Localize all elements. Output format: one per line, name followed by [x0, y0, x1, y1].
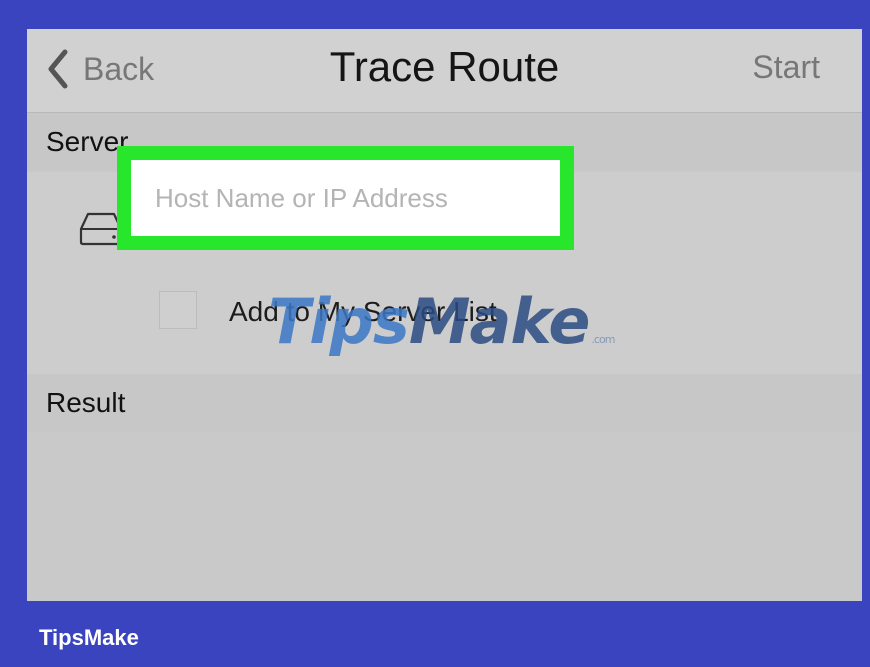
result-section-header: Result [27, 374, 862, 432]
watermark-tail: Make [408, 285, 591, 358]
result-output-area [27, 432, 862, 601]
result-section-label: Result [46, 387, 126, 418]
tipsmake-watermark: TipsMake .com [268, 291, 615, 353]
watermark-small: .com [591, 333, 615, 346]
footer-brand: TipsMake [39, 625, 139, 650]
start-button[interactable]: Start [752, 49, 820, 86]
navigation-bar: Back Trace Route Start [27, 29, 862, 113]
add-to-server-list-checkbox[interactable] [159, 291, 197, 329]
watermark-main: Tips [268, 285, 410, 358]
page-title: Trace Route [329, 43, 560, 90]
host-name-input[interactable] [131, 160, 560, 236]
host-input-highlight [117, 146, 574, 250]
